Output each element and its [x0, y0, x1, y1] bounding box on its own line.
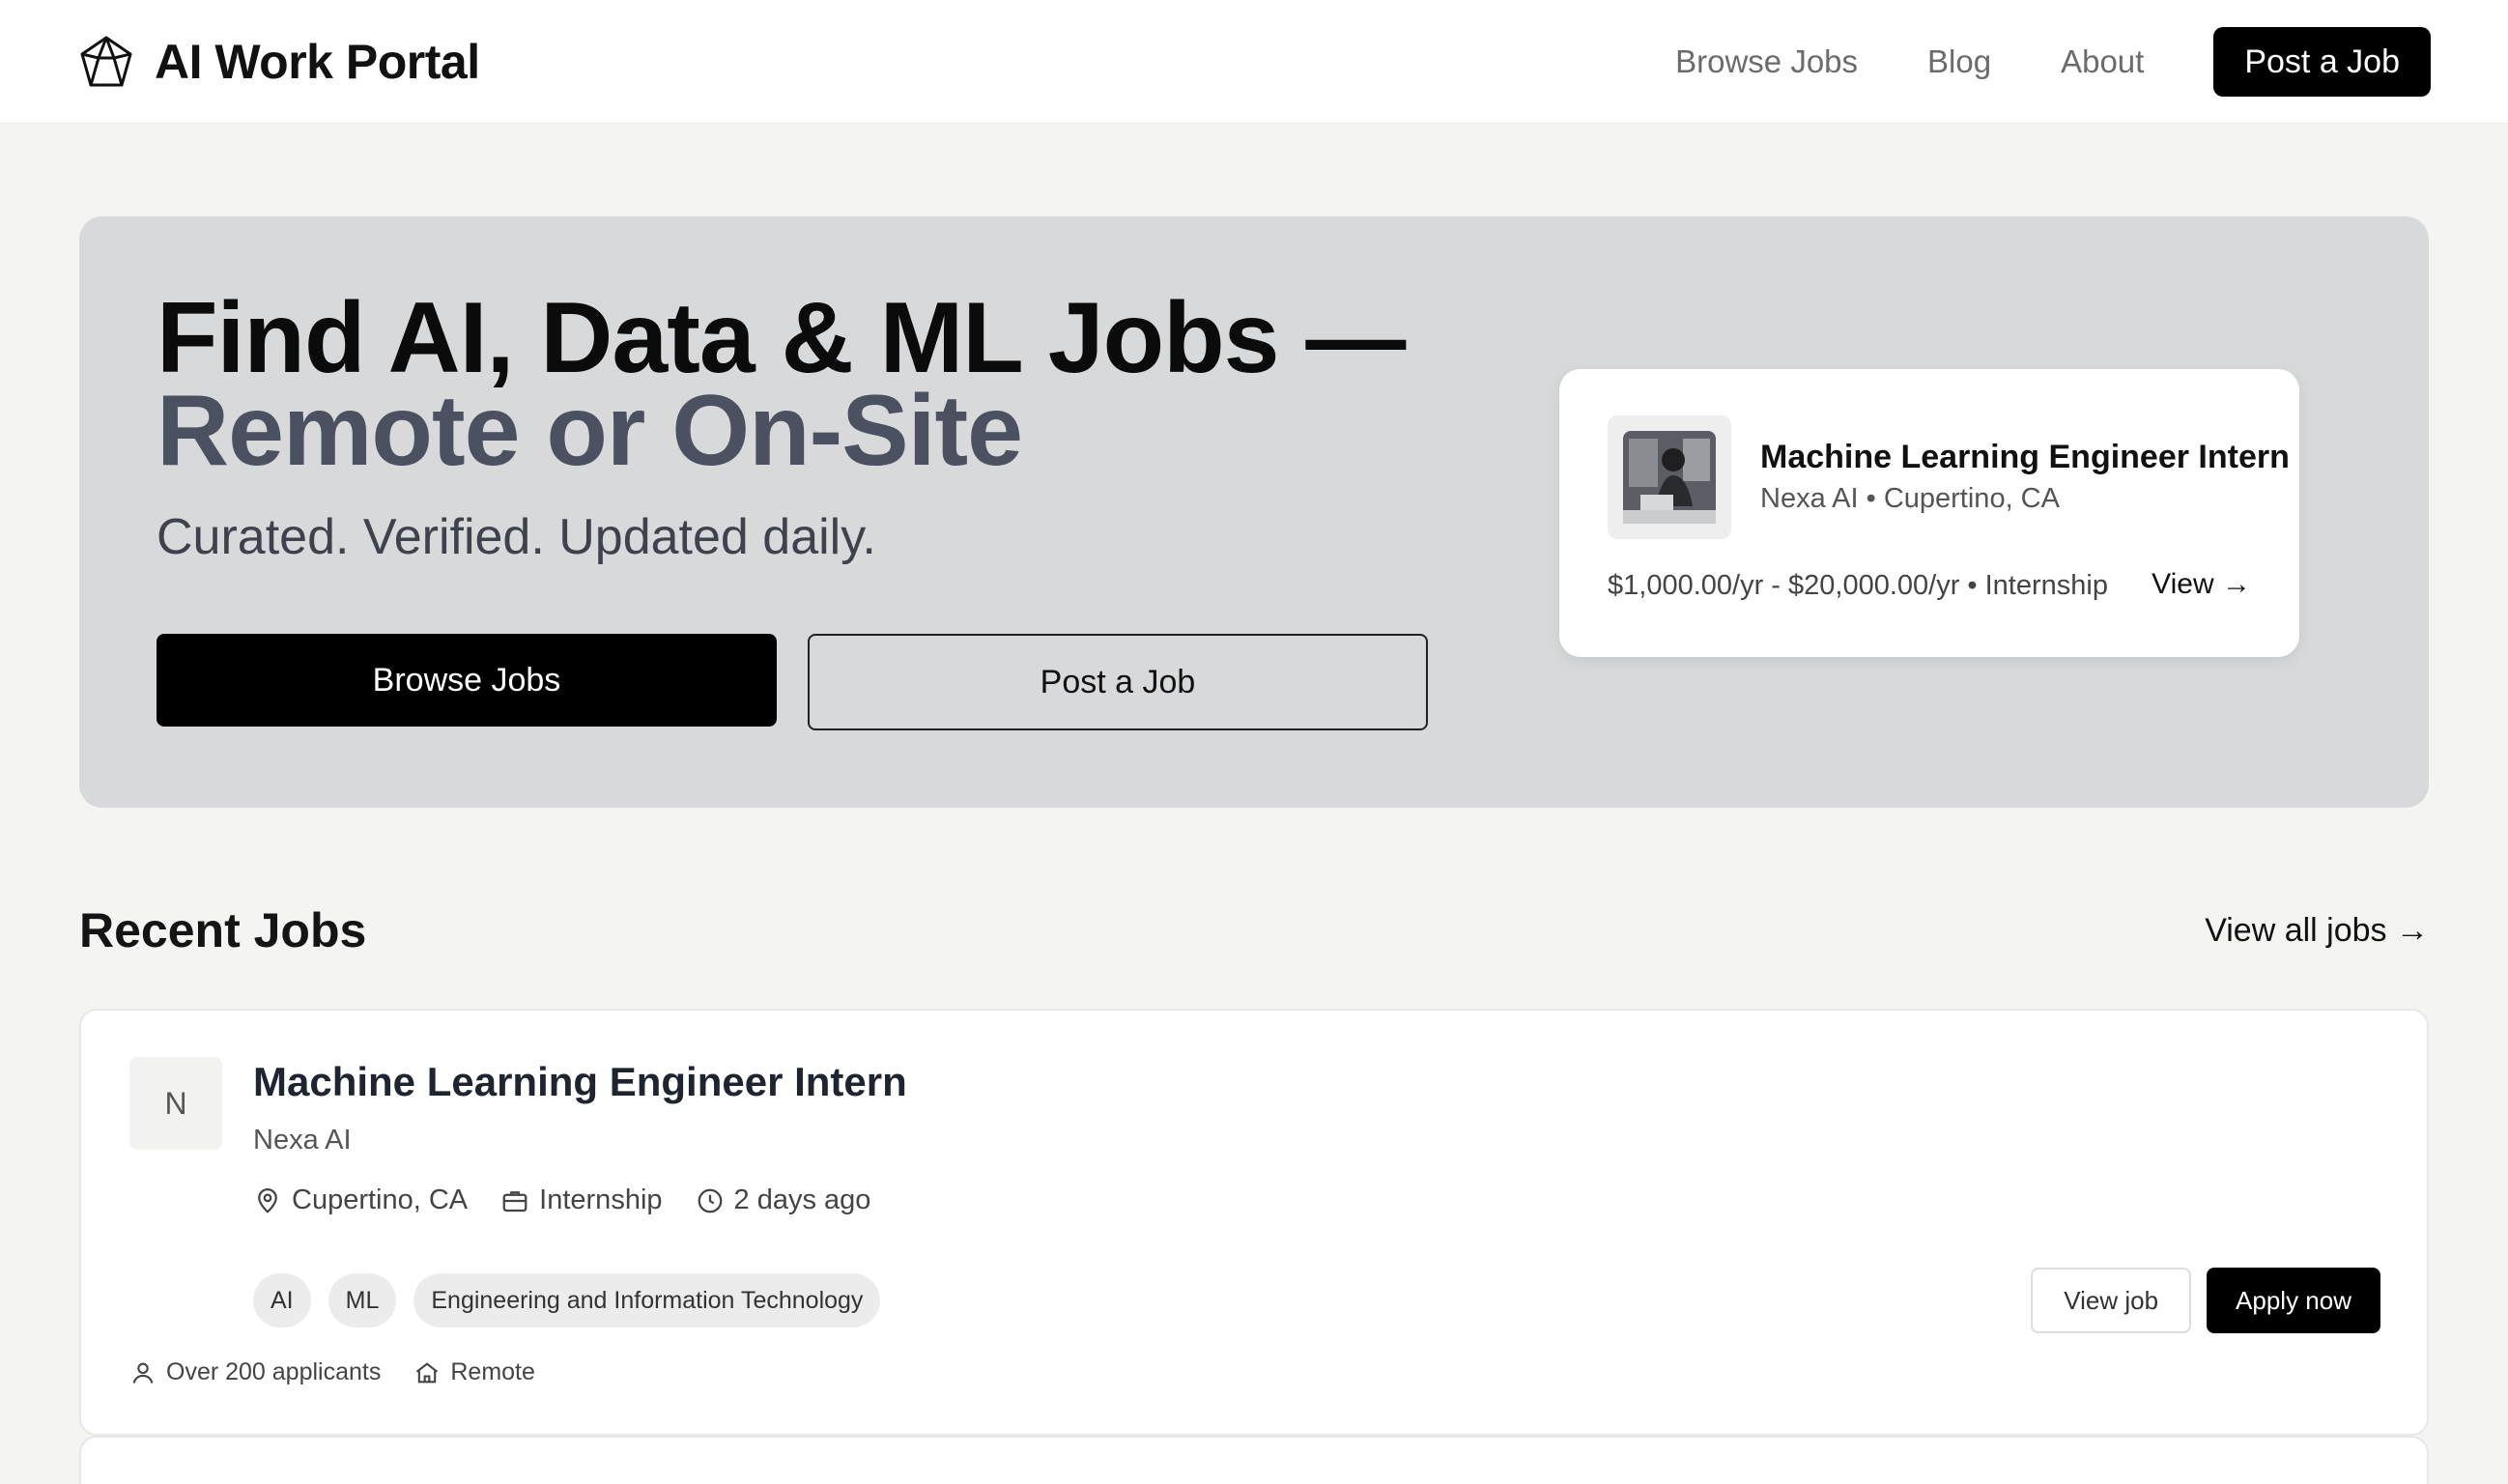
job-company: Nexa AI: [253, 1125, 352, 1156]
company-logo: N: [129, 1057, 222, 1150]
post-job-button[interactable]: Post a Job: [808, 634, 1428, 730]
browse-jobs-button[interactable]: Browse Jobs: [157, 634, 777, 727]
clock-icon: [698, 1188, 722, 1213]
featured-job-thumbnail: [1608, 415, 1731, 539]
featured-job-view-link[interactable]: View →: [2152, 568, 2251, 601]
job-type-text: Internship: [539, 1184, 663, 1215]
hero-title-line2: Remote or On-Site: [157, 375, 1023, 487]
job-tags: AI ML Engineering and Information Techno…: [253, 1273, 881, 1327]
job-tag: ML: [328, 1273, 397, 1327]
job-work-mode-text: Remote: [450, 1358, 535, 1385]
job-card[interactable]: N Machine Learning Engineer Intern Nexa …: [79, 1009, 2429, 1436]
job-card[interactable]: [79, 1436, 2429, 1484]
apply-now-button[interactable]: Apply now: [2207, 1268, 2380, 1333]
brand-name: AI Work Portal: [155, 35, 480, 89]
job-location-text: Cupertino, CA: [292, 1184, 469, 1215]
briefcase-icon: [502, 1190, 527, 1212]
nav-links: Browse Jobs Blog About Post a Job: [1675, 27, 2431, 97]
job-work-mode: Remote: [413, 1358, 535, 1386]
nav-link-about[interactable]: About: [2061, 43, 2144, 80]
post-job-nav-button[interactable]: Post a Job: [2213, 27, 2431, 97]
pentagon-gem-icon: [77, 33, 135, 91]
job-footer: Over 200 applicants Remote: [129, 1358, 535, 1386]
job-type: Internship: [500, 1184, 663, 1216]
hero-subtitle: Curated. Verified. Updated daily.: [157, 509, 876, 565]
job-applicants: Over 200 applicants: [129, 1358, 381, 1386]
job-tag: AI: [253, 1273, 311, 1327]
job-location: Cupertino, CA: [253, 1184, 468, 1216]
job-tag: Engineering and Information Technology: [413, 1273, 881, 1327]
job-posted-text: 2 days ago: [733, 1184, 871, 1215]
job-applicants-text: Over 200 applicants: [166, 1358, 382, 1385]
job-actions: View job Apply now: [2031, 1268, 2380, 1333]
hero-section: Find AI, Data & ML Jobs — Remote or On-S…: [79, 216, 2429, 808]
brand[interactable]: AI Work Portal: [77, 31, 480, 93]
recent-jobs-title: Recent Jobs: [79, 903, 367, 957]
hero-title-line1: Find AI, Data & ML Jobs —: [157, 282, 1406, 394]
job-meta: Cupertino, CA Internship 2 days ago: [253, 1184, 870, 1216]
user-icon: [132, 1362, 154, 1384]
job-title[interactable]: Machine Learning Engineer Intern: [253, 1059, 907, 1105]
person-at-laptop-icon: [1623, 431, 1716, 524]
home-icon: [416, 1361, 439, 1383]
view-all-jobs-link[interactable]: View all jobs →: [2205, 912, 2429, 950]
job-posted: 2 days ago: [696, 1184, 871, 1216]
featured-job-card[interactable]: Machine Learning Engineer Intern Nexa AI…: [1559, 369, 2299, 657]
nav-link-browse-jobs[interactable]: Browse Jobs: [1675, 43, 1858, 80]
featured-job-meta: Nexa AI • Cupertino, CA: [1760, 483, 2060, 514]
featured-job-salary: $1,000.00/yr - $20,000.00/yr • Internshi…: [1608, 570, 2108, 601]
map-pin-icon: [258, 1187, 277, 1213]
view-job-button[interactable]: View job: [2031, 1268, 2192, 1333]
top-nav: AI Work Portal Browse Jobs Blog About Po…: [0, 0, 2508, 124]
nav-link-blog[interactable]: Blog: [1927, 43, 1991, 80]
hero-title: Find AI, Data & ML Jobs — Remote or On-S…: [157, 282, 1406, 487]
featured-job-title: Machine Learning Engineer Intern: [1760, 439, 2290, 475]
